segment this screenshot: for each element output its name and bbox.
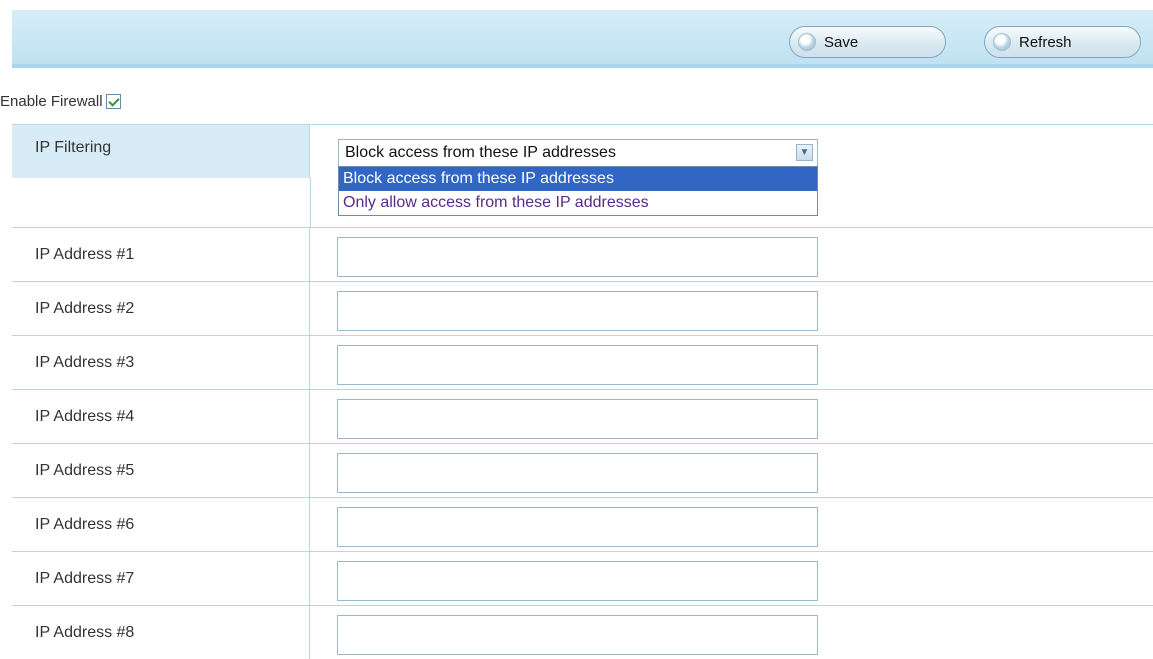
ip-address-label: IP Address #7 [12,552,310,605]
ip-address-row-5: IP Address #5 [12,443,1153,497]
ip-filtering-label: IP Filtering [12,125,310,178]
ip-address-input-2[interactable] [337,291,818,331]
ip-address-row-4: IP Address #4 [12,389,1153,443]
button-bullet-icon [993,33,1011,51]
enable-firewall-row: Enable Firewall [0,90,121,112]
ip-address-label: IP Address #4 [12,390,310,443]
ip-address-input-1[interactable] [337,237,818,277]
column-divider [310,178,311,227]
refresh-button-label: Refresh [1019,33,1072,51]
ip-address-input-3[interactable] [337,345,818,385]
ip-address-label: IP Address #8 [12,606,310,659]
enable-firewall-label: Enable Firewall [0,92,103,110]
refresh-button[interactable]: Refresh [984,26,1141,58]
ip-address-row-3: IP Address #3 [12,335,1153,389]
ip-address-input-6[interactable] [337,507,818,547]
firewall-form: IP Filtering Block access from these IP … [12,124,1153,659]
ip-address-label: IP Address #3 [12,336,310,389]
ip-address-row-8: IP Address #8 [12,605,1153,659]
ip-address-row-6: IP Address #6 [12,497,1153,551]
save-button[interactable]: Save [789,26,946,58]
ip-address-input-8[interactable] [337,615,818,655]
ip-address-input-7[interactable] [337,561,818,601]
ip-address-row-1: IP Address #1 [12,227,1153,281]
ip-address-label: IP Address #6 [12,498,310,551]
ip-address-row-2: IP Address #2 [12,281,1153,335]
dropdown-option-block[interactable]: Block access from these IP addresses [339,167,817,191]
ip-address-label: IP Address #1 [12,228,310,281]
ip-filtering-dropdown: Block access from these IP addresses Onl… [338,166,818,216]
ip-address-label: IP Address #5 [12,444,310,497]
enable-firewall-checkbox[interactable] [105,93,121,109]
ip-filtering-select[interactable]: Block access from these IP addresses ▼ [338,139,818,167]
ip-address-label: IP Address #2 [12,282,310,335]
ip-address-row-7: IP Address #7 [12,551,1153,605]
ip-filtering-row: IP Filtering Block access from these IP … [12,124,1153,216]
ip-filtering-selected-value: Block access from these IP addresses [345,144,616,161]
chevron-down-icon[interactable]: ▼ [796,144,813,161]
toolbar: Save Refresh [12,10,1153,68]
ip-address-input-5[interactable] [337,453,818,493]
dropdown-option-allow[interactable]: Only allow access from these IP addresse… [339,191,817,215]
ip-address-input-4[interactable] [337,399,818,439]
save-button-label: Save [824,33,859,51]
button-bullet-icon [798,33,816,51]
